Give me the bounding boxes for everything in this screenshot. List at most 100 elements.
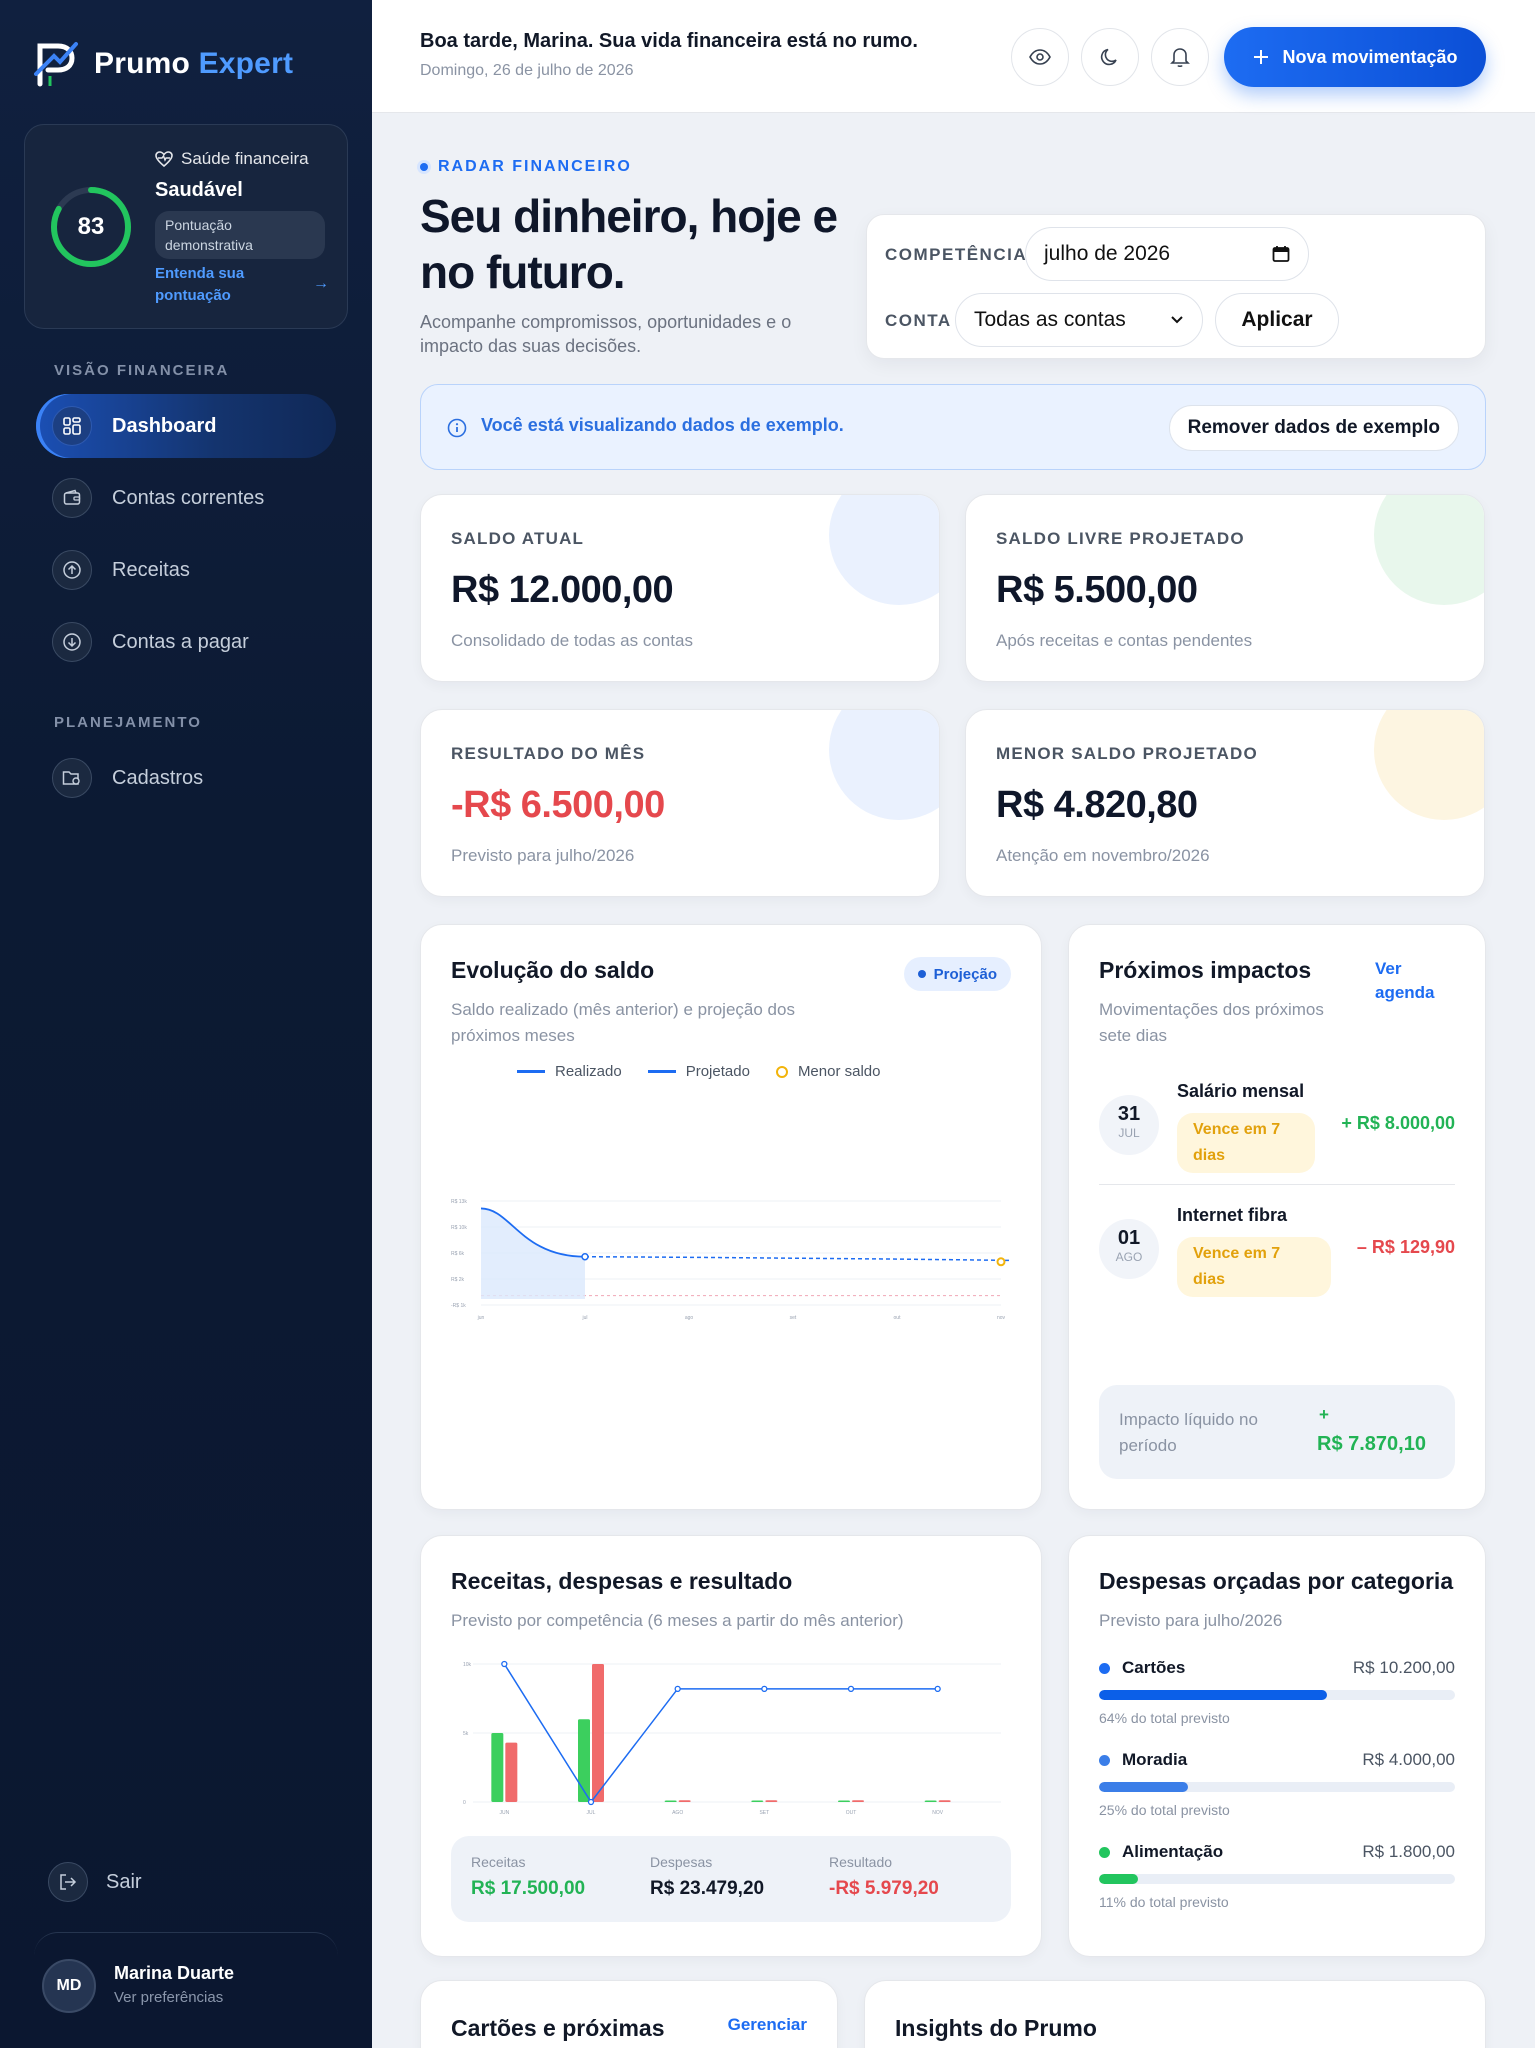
user-name: Marina Duarte [114,1963,235,1983]
health-score-link[interactable]: Entenda sua pontuação [155,263,275,307]
manage-cards-link[interactable]: Gerenciar [728,2015,807,2035]
card-subtitle: Saldo realizado (mês anterior) e projeçã… [451,1000,795,1045]
expense-bar [505,1742,518,1802]
x-tick-label: NOV [932,1810,944,1816]
kpi-label: RESULTADO DO MÊS [451,744,646,763]
expense-bar [678,1800,691,1802]
summary-box: Receitas R$ 17.500,00 Despesas R$ 23.479,2… [451,1836,1011,1922]
card-title: Evolução do saldo [451,957,655,983]
list-item[interactable]: 31 JUL Salário mensal Vence em 7 dias + R… [1099,1073,1455,1183]
card-subtitle: Movimentações dos próximos sete dias [1099,1000,1324,1045]
revenue-chart: 10k 5k 0 JUN JUL AGO SET OUT NOV [463,1660,1001,1816]
category-dot [1099,1846,1110,1858]
category-row[interactable]: Cartões R$ 10.200,00 64% do total previst… [1099,1658,1455,1726]
impact-name: Salário mensal [1177,1081,1305,1101]
category-progress [1099,1690,1455,1700]
category-row[interactable]: Alimentação R$ 1.800,00 11% do total prev… [1099,1842,1455,1910]
kpi-decoration [829,710,939,820]
x-tick-label: SET [759,1810,769,1816]
category-row[interactable]: Moradia R$ 4.000,00 25% do total previsto [1099,1750,1455,1818]
apply-filter-button[interactable]: Aplicar [1215,293,1339,347]
sidebar-item-dashboard[interactable]: Dashboard [36,394,336,458]
sidebar-item-receitas[interactable]: Receitas [36,538,336,602]
notifications-button[interactable] [1151,28,1209,86]
logout-button[interactable]: Sair [48,1862,142,1902]
summary-despesas: Despesas R$ 23.479,20 [650,1854,765,1899]
chart-legend: Realizado Projetado Menor saldo [517,1063,880,1080]
summary-receitas: Receitas R$ 17.500,00 [471,1854,586,1899]
user-profile[interactable]: MD Marina Duarte Ver preferências [34,1932,338,2032]
account-select[interactable]: Todas as contas [955,293,1203,347]
plus-icon [1254,50,1269,64]
budget-categories-card: Despesas orçadas por categoria Previsto … [1068,1535,1486,1957]
avatar: MD [42,1959,96,2013]
brand-name: Prumo Expert [94,47,294,80]
kpi-decoration [829,495,939,605]
kpi-label: SALDO LIVRE PROJETADO [996,529,1245,548]
expense-bar [765,1800,778,1802]
kpi-subtitle: Previsto para julho/2026 [451,846,635,865]
moon-icon [1100,48,1117,66]
expense-bar [938,1800,951,1802]
card-title: Cartões e próximas [451,2015,665,2041]
bell-icon [1170,48,1190,68]
credit-cards-card: Cartões e próximas Gerenciar [420,1980,838,2048]
sidebar-item-contas-correntes[interactable]: Contas correntes [36,466,336,530]
result-point [934,1685,941,1692]
sidebar-item-cadastros[interactable]: Cadastros [36,746,336,810]
date-badge: 01 AGO [1099,1219,1159,1279]
grid-icon [52,406,92,446]
card-title: Receitas, despesas e resultado [451,1568,793,1594]
divider [1099,1184,1455,1185]
view-agenda-link[interactable]: Ver agenda [1375,957,1439,1005]
kpi-decoration [1374,710,1484,820]
x-tick-label: JUN [499,1810,509,1816]
legend-realizado[interactable]: Realizado [517,1063,622,1080]
impact-amount: + R$ 8.000,00 [1341,1113,1455,1133]
kpi-value: R$ 5.500,00 [996,569,1198,611]
arrow-down-circle-icon [52,622,92,662]
card-title: Próximos impactos [1099,957,1312,983]
new-transaction-button[interactable]: Nova movimentação [1224,27,1486,87]
sidebar-item-contas-a-pagar[interactable]: Contas a pagar [36,610,336,674]
legend-projetado[interactable]: Projetado [647,1063,750,1080]
arrow-right-icon[interactable]: → [313,275,329,293]
health-card: 83 Saúde financeira Saudável Pontuação d… [24,124,348,329]
x-tick-label: JUL [587,1810,596,1816]
y-tick-label: R$ 2k [451,1277,465,1283]
greeting: Boa tarde, Marina. Sua vida financeira e… [420,30,918,52]
revenue-bar [491,1733,504,1802]
card-subtitle: Previsto para julho/2026 [1099,1611,1283,1630]
result-point [674,1685,681,1692]
user-preferences-link[interactable]: Ver preferências [114,1989,223,2006]
list-item[interactable]: 01 AGO Internet fibra Vence em 7 dias – R… [1099,1197,1455,1307]
kpi-subtitle: Atenção em novembro/2026 [996,846,1210,865]
card-title: Insights do Prumo [895,2015,1097,2041]
theme-toggle-button[interactable] [1081,28,1139,86]
y-tick-label: R$ 6k [451,1251,465,1257]
page-title: Seu dinheiro, hoje e no futuro. [420,190,838,298]
y-tick-label: R$ 10k [451,1225,467,1231]
kpi-card-saldo-atual: SALDO ATUAL R$ 12.000,00 Consolidado de … [420,494,940,682]
remove-sample-data-button[interactable]: Remover dados de exemplo [1168,405,1459,451]
kpi-card-menor-saldo: MENOR SALDO PROJETADO R$ 4.820,80 Atençã… [965,709,1485,897]
toggle-visibility-button[interactable] [1011,28,1069,86]
y-tick-label: -R$ 1k [451,1303,466,1309]
expense-bar [592,1664,604,1802]
current-date: Domingo, 26 de julho de 2026 [420,62,634,79]
legend-menor-saldo[interactable]: Menor saldo [775,1063,880,1080]
net-impact-sign: + [1319,1405,1329,1424]
card-subtitle: Previsto por competência (6 meses a part… [451,1611,904,1630]
impact-name: Internet fibra [1177,1205,1288,1225]
x-tick-label: set [790,1315,797,1321]
balance-chart: R$ 13k R$ 10k R$ 6k R$ 2k -R$ 1k jun jul ago set… [451,1199,1011,1321]
health-score: 83 [77,213,105,240]
competence-date-input[interactable]: julho de 2026 [1025,227,1309,281]
logout-icon [48,1862,88,1902]
kpi-decoration [1374,495,1484,605]
chevron-down-icon [1171,316,1183,324]
logo[interactable]: Prumo Expert [34,40,293,88]
sidebar-item-label: Contas a pagar [112,630,249,653]
expense-bar [852,1800,864,1802]
x-tick-label: ago [685,1315,694,1321]
